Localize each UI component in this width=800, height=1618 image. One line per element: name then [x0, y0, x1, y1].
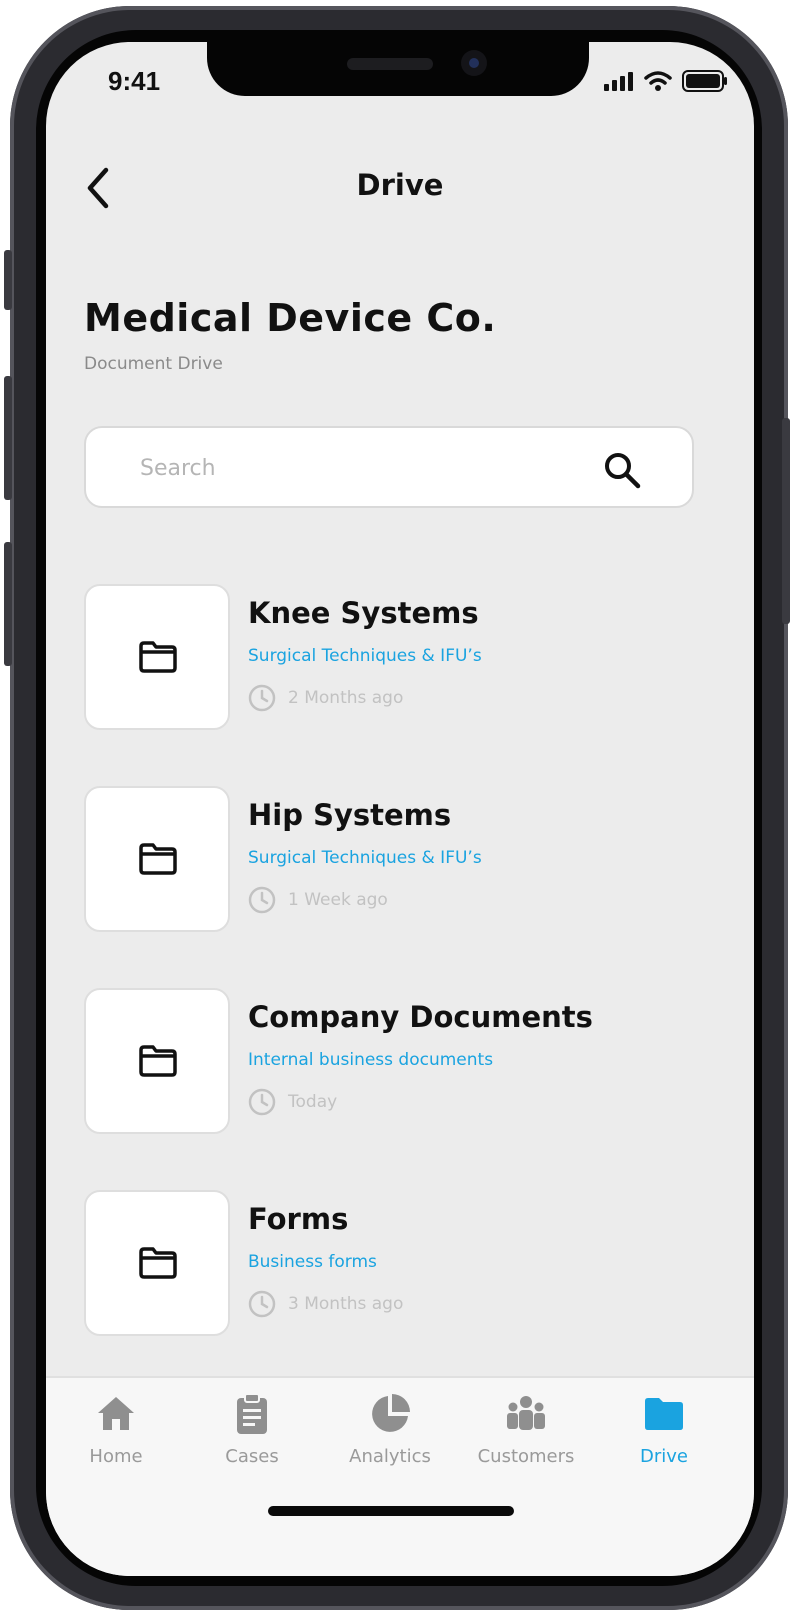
app-screen: 9:41 Drive Medical Device Co. Document D… [46, 42, 754, 1576]
folder-icon [139, 1247, 177, 1279]
folder-updated: Today [248, 1088, 337, 1116]
company-name: Medical Device Co. [84, 296, 497, 340]
cellular-signal-icon [604, 72, 633, 91]
search-bar [84, 426, 694, 508]
bottom-tab-bar: Home Cases Analytics Customers Drive [46, 1376, 754, 1576]
folder-thumbnail[interactable] [84, 988, 230, 1134]
folder-updated-text: 3 Months ago [288, 1294, 404, 1314]
pie-chart-icon [372, 1394, 410, 1432]
page-title: Drive [356, 168, 444, 202]
folder-name: Company Documents [248, 1000, 593, 1034]
tab-label: Analytics [349, 1446, 431, 1467]
wifi-icon [644, 71, 672, 91]
folder-icon [645, 1398, 683, 1430]
speaker [347, 58, 433, 70]
folder-item-forms[interactable]: Forms Business forms 3 Months ago [84, 1190, 704, 1338]
search-input[interactable] [138, 448, 572, 488]
clock-icon [248, 886, 276, 914]
battery-icon [682, 70, 727, 92]
people-icon [507, 1396, 545, 1430]
folder-item-knee-systems[interactable]: Knee Systems Surgical Techniques & IFU’s… [84, 584, 704, 732]
notch [207, 42, 589, 96]
home-indicator[interactable] [268, 1506, 514, 1516]
folder-item-company-documents[interactable]: Company Documents Internal business docu… [84, 988, 704, 1136]
tab-label: Drive [640, 1446, 688, 1467]
folder-updated: 1 Week ago [248, 886, 388, 914]
tab-analytics[interactable]: Analytics [320, 1392, 460, 1467]
company-subtitle: Document Drive [84, 354, 223, 374]
folder-updated-text: Today [288, 1092, 338, 1112]
tab-cases[interactable]: Cases [182, 1392, 322, 1467]
clock-icon [248, 1088, 276, 1116]
front-camera [461, 50, 487, 76]
status-icons [604, 70, 728, 92]
folder-icon [139, 641, 177, 673]
folder-updated: 3 Months ago [248, 1290, 403, 1318]
search-icon[interactable] [602, 450, 642, 490]
folder-description: Internal business documents [248, 1050, 494, 1070]
tab-customers[interactable]: Customers [456, 1392, 596, 1467]
mute-switch [4, 250, 12, 310]
tab-label: Cases [225, 1446, 279, 1467]
folder-description: Surgical Techniques & IFU’s [248, 646, 482, 666]
folder-thumbnail[interactable] [84, 584, 230, 730]
volume-up-button [4, 376, 12, 500]
folder-thumbnail[interactable] [84, 786, 230, 932]
clipboard-icon [237, 1393, 267, 1434]
volume-down-button [4, 542, 12, 666]
power-button [782, 418, 790, 624]
tab-label: Customers [477, 1446, 575, 1467]
clock-icon [248, 684, 276, 712]
tab-home[interactable]: Home [46, 1392, 186, 1467]
folder-icon [139, 1045, 177, 1077]
folder-name: Hip Systems [248, 798, 452, 832]
folder-updated-text: 1 Week ago [288, 890, 388, 910]
tab-label: Home [89, 1446, 143, 1467]
folder-updated: 2 Months ago [248, 684, 403, 712]
tab-drive[interactable]: Drive [594, 1392, 734, 1467]
folder-description: Business forms [248, 1252, 377, 1272]
folder-updated-text: 2 Months ago [288, 688, 404, 708]
folder-icon [139, 843, 177, 875]
clock-icon [248, 1290, 276, 1318]
status-time: 9:41 [108, 66, 161, 96]
folder-name: Forms [248, 1202, 349, 1236]
folder-name: Knee Systems [248, 596, 479, 630]
folder-thumbnail[interactable] [84, 1190, 230, 1336]
folder-item-hip-systems[interactable]: Hip Systems Surgical Techniques & IFU’s … [84, 786, 704, 934]
home-icon [98, 1397, 134, 1430]
folder-description: Surgical Techniques & IFU’s [248, 848, 482, 868]
